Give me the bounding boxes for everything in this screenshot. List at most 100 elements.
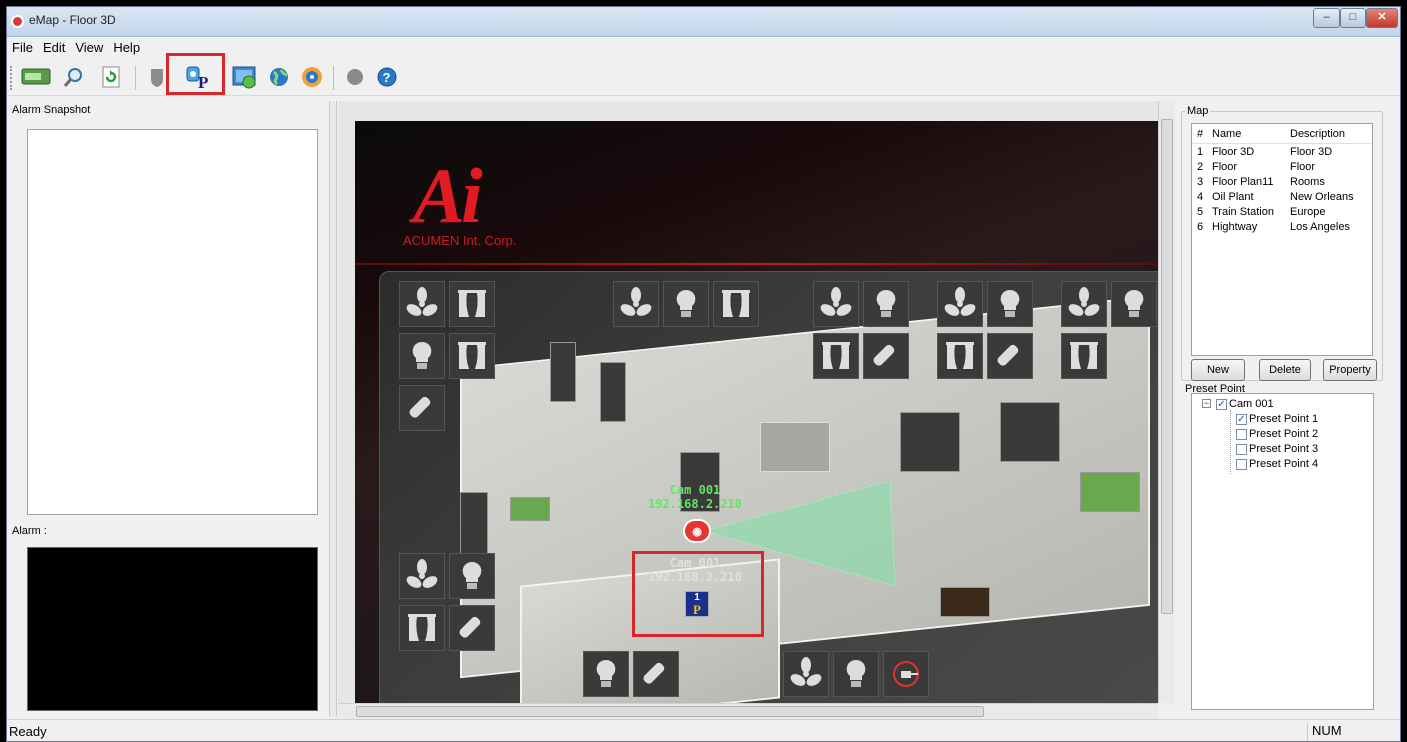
map-list[interactable]: # Name Description 1 Floor 3D Floor 3D 2 Fl…: [1191, 123, 1373, 356]
search-icon[interactable]: [59, 64, 87, 90]
map-view[interactable]: Ai ACUMEN Int. Corp. Cam 001 192.168.2.2…: [338, 101, 1158, 703]
menu-edit[interactable]: Edit: [38, 38, 70, 57]
map-list-row[interactable]: 1 Floor 3D Floor 3D: [1192, 144, 1372, 159]
bulb-icon[interactable]: [987, 281, 1033, 327]
vertical-scrollbar[interactable]: [1158, 101, 1175, 703]
property-button[interactable]: Property: [1323, 359, 1377, 381]
emap-window: eMap - Floor 3D ‒ □ ✕ File Edit View Help P…: [6, 6, 1401, 742]
room-window: [1000, 402, 1060, 462]
fan-icon[interactable]: [783, 651, 829, 697]
tree-node-preset-point-1[interactable]: ✓ Preset Point 1: [1236, 412, 1318, 426]
minimize-button[interactable]: ‒: [1313, 8, 1340, 28]
menu-help[interactable]: Help: [108, 38, 145, 57]
camera-icon[interactable]: ◉: [683, 519, 711, 543]
menu-view[interactable]: View: [70, 38, 108, 57]
horizontal-scroll-thumb[interactable]: [356, 706, 984, 717]
fan-icon[interactable]: [613, 281, 659, 327]
tree-node-preset-point-3[interactable]: Preset Point 3: [1236, 442, 1318, 456]
map-list-row[interactable]: 2 Floor Floor: [1192, 159, 1372, 174]
tree-node-label: Preset Point 1: [1249, 413, 1319, 425]
column-description[interactable]: Description: [1288, 128, 1368, 140]
conference-table: [760, 422, 830, 472]
column-number[interactable]: #: [1192, 128, 1206, 140]
power-plug-icon[interactable]: [883, 651, 929, 697]
new-button[interactable]: New: [1191, 359, 1245, 381]
fan-icon[interactable]: [399, 281, 445, 327]
monitor-icon[interactable]: [19, 64, 53, 90]
bulb-icon[interactable]: [399, 333, 445, 379]
bulb-icon[interactable]: [663, 281, 709, 327]
curtain-icon[interactable]: [713, 281, 759, 327]
checkbox-unchecked[interactable]: [1236, 428, 1247, 440]
camera-sensor-icon[interactable]: [863, 333, 909, 379]
close-button[interactable]: ✕: [1366, 8, 1398, 28]
menu-file[interactable]: File: [7, 38, 38, 57]
pane-splitter[interactable]: [329, 101, 337, 717]
bulb-icon[interactable]: [863, 281, 909, 327]
camera-sensor-icon[interactable]: [633, 651, 679, 697]
bulb-icon[interactable]: [1111, 281, 1157, 327]
toolbar: P ?: [7, 53, 1400, 96]
camera-sensor-icon[interactable]: [449, 605, 495, 651]
bulb-icon[interactable]: [449, 553, 495, 599]
tree-node-preset-point-4[interactable]: Preset Point 4: [1236, 457, 1318, 471]
room-window: [900, 412, 960, 472]
checkbox-unchecked[interactable]: [1236, 443, 1247, 455]
globe-icon[interactable]: [265, 64, 293, 90]
camera-sensor-icon[interactable]: [987, 333, 1033, 379]
bed: [510, 497, 550, 521]
curtain-icon[interactable]: [449, 281, 495, 327]
bulb-icon[interactable]: [583, 651, 629, 697]
left-pane: Alarm Snapshot Alarm :: [7, 101, 329, 717]
maximize-button[interactable]: □: [1340, 8, 1366, 28]
column-name[interactable]: Name: [1206, 128, 1288, 140]
map-list-row[interactable]: 5 Train Station Europe: [1192, 204, 1372, 219]
map-list-row[interactable]: 3 Floor Plan11 Rooms: [1192, 174, 1372, 189]
toolbar-separator: [333, 66, 334, 90]
refresh-icon[interactable]: [97, 64, 125, 90]
fan-icon[interactable]: [399, 553, 445, 599]
checkbox-checked[interactable]: ✓: [1236, 413, 1247, 425]
window-title: eMap - Floor 3D: [29, 13, 116, 27]
status-bar: Ready NUM: [7, 719, 1400, 741]
fan-icon[interactable]: [1061, 281, 1107, 327]
map-list-row[interactable]: 4 Oil Plant New Orleans: [1192, 189, 1372, 204]
camera-ip-label: 192.168.2.210: [648, 497, 742, 511]
bed: [1080, 472, 1140, 512]
bulb-icon[interactable]: [833, 651, 879, 697]
checkbox-unchecked[interactable]: [1236, 458, 1247, 470]
curtain-icon[interactable]: [813, 333, 859, 379]
alarm-panel: [27, 547, 318, 711]
desk: [940, 587, 990, 617]
help-icon[interactable]: ?: [373, 64, 401, 90]
tree-node-preset-point-2[interactable]: Preset Point 2: [1236, 427, 1318, 441]
svg-text:?: ?: [383, 70, 391, 85]
room-window: [600, 362, 626, 422]
fan-icon[interactable]: [813, 281, 859, 327]
record-icon[interactable]: [341, 64, 369, 90]
acumen-logo-text: ACUMEN Int. Corp.: [403, 233, 517, 248]
preset-point-tree[interactable]: − ✓ Cam 001 ✓ Preset Point 1 Preset Point …: [1191, 393, 1374, 710]
horizontal-scrollbar[interactable]: [338, 703, 1158, 719]
curtain-icon[interactable]: [1061, 333, 1107, 379]
map-edit-icon[interactable]: [229, 64, 261, 90]
delete-button[interactable]: Delete: [1259, 359, 1311, 381]
camera-sensor-icon[interactable]: [399, 385, 445, 431]
tree-node-cam-001[interactable]: ✓ Cam 001: [1216, 397, 1274, 411]
tree-node-label: Preset Point 3: [1249, 443, 1319, 455]
alarm-snapshot-label: Alarm Snapshot: [12, 104, 91, 116]
globe-gear-icon[interactable]: [298, 64, 326, 90]
fan-icon[interactable]: [937, 281, 983, 327]
map-list-row[interactable]: 6 Hightway Los Angeles: [1192, 219, 1372, 234]
status-text: Ready: [9, 724, 47, 739]
tree-expander[interactable]: −: [1202, 399, 1211, 408]
tree-node-label: Preset Point 4: [1249, 458, 1319, 470]
checkbox-checked[interactable]: ✓: [1216, 398, 1227, 410]
curtain-icon[interactable]: [399, 605, 445, 651]
title-bar: eMap - Floor 3D ‒ □ ✕: [7, 7, 1400, 37]
curtain-icon[interactable]: [937, 333, 983, 379]
tree-line: [1230, 410, 1231, 474]
vertical-scroll-thumb[interactable]: [1161, 119, 1173, 614]
curtain-icon[interactable]: [449, 333, 495, 379]
toolbar-grip[interactable]: [10, 66, 13, 90]
